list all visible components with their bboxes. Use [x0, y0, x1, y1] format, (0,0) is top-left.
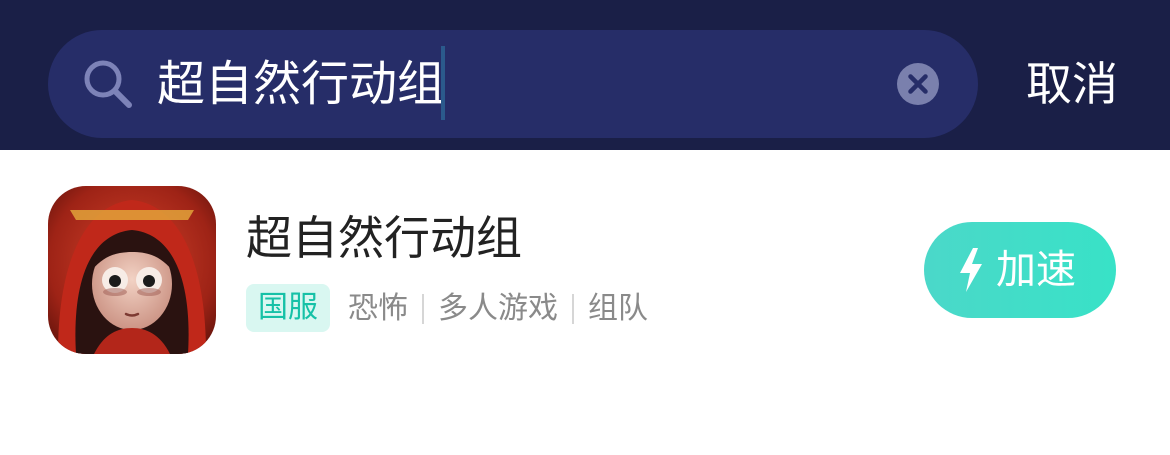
game-result-item[interactable]: 超自然行动组 国服 恐怖 多人游戏 组队 加速 — [0, 150, 1170, 380]
region-badge: 国服 — [246, 284, 330, 332]
search-icon — [84, 60, 132, 108]
game-icon[interactable] — [48, 186, 216, 354]
search-header: 超自然行动组 取消 — [0, 0, 1170, 150]
clear-icon[interactable] — [896, 62, 940, 106]
search-results-page: 超自然行动组 取消 超自然行动组 国服 恐怖 多人游戏 组队 加速 — [0, 0, 1170, 455]
boost-label: 加速 — [996, 247, 1076, 293]
genre-tag: 组队 — [588, 291, 648, 326]
genre-tags: 恐怖 多人游戏 组队 — [348, 288, 648, 330]
tag-divider — [422, 294, 424, 324]
text-caret — [441, 46, 445, 120]
genre-tag: 恐怖 — [348, 291, 408, 326]
genre-tag: 多人游戏 — [438, 291, 558, 326]
game-title[interactable]: 超自然行动组 — [246, 208, 522, 268]
tag-divider — [572, 294, 574, 324]
boost-button[interactable]: 加速 — [924, 222, 1116, 318]
cancel-button[interactable]: 取消 — [1026, 54, 1118, 114]
search-query-text: 超自然行动组 — [157, 56, 446, 112]
lightning-bolt-icon — [960, 248, 982, 292]
